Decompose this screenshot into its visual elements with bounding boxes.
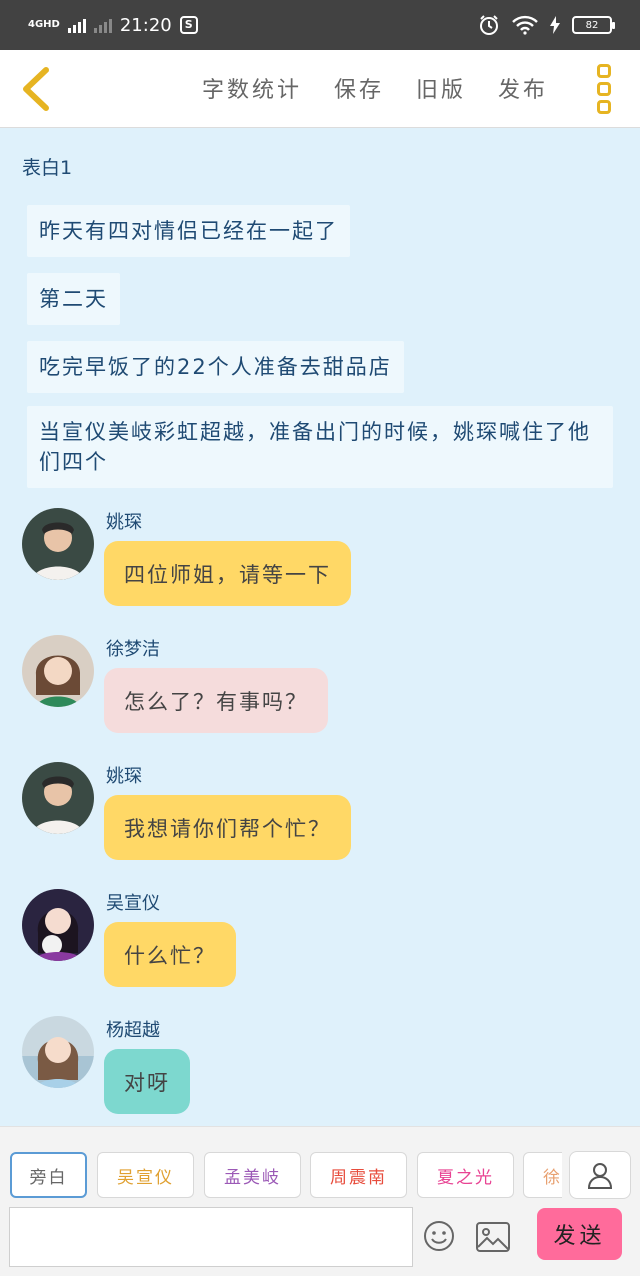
character-label: 夏之光 [437, 1167, 494, 1188]
character-selector: 旁白 吴宣仪 孟美岐 周震南 夏之光 徐梦洁 [10, 1152, 562, 1198]
top-nav: 字数统计 保存 旧版 发布 [0, 50, 640, 128]
message-bubble[interactable]: 我想请你们帮个忙？ [104, 795, 351, 860]
publish-button[interactable]: 发布 [498, 72, 548, 104]
character-chip[interactable]: 夏之光 [417, 1152, 514, 1198]
message-bubble[interactable]: 四位师姐，请等一下 [104, 541, 351, 606]
message-bubble[interactable]: 对呀 [104, 1049, 190, 1114]
avatar[interactable] [22, 635, 94, 707]
character-chip[interactable]: 旁白 [10, 1152, 87, 1198]
character-chip[interactable]: 孟美岐 [204, 1152, 301, 1198]
word-count-button[interactable]: 字数统计 [202, 72, 302, 104]
avatar[interactable] [22, 508, 94, 580]
chapter-title: 表白1 [22, 157, 73, 179]
speaker-name: 姚琛 [106, 512, 142, 533]
signal-icon-2 [93, 17, 112, 33]
avatar[interactable] [22, 1016, 94, 1088]
message-bubble[interactable]: 怎么了？有事吗？ [104, 668, 328, 733]
speaker-name: 吴宣仪 [106, 893, 160, 914]
character-label: 旁白 [29, 1167, 68, 1188]
narration[interactable]: 第二天 [27, 273, 120, 325]
image-icon[interactable] [476, 1222, 510, 1252]
character-label: 徐梦洁 [543, 1167, 562, 1188]
character-label: 吴宣仪 [117, 1167, 174, 1188]
character-chip[interactable]: 周震南 [310, 1152, 407, 1198]
character-chip[interactable]: 徐梦洁 [523, 1152, 562, 1198]
narration[interactable]: 吃完早饭了的22个人准备去甜品店 [27, 341, 404, 393]
more-menu-icon[interactable] [597, 64, 613, 114]
wifi-icon [512, 15, 538, 35]
story-content: 表白1 昨天有四对情侣已经在一起了 第二天 吃完早饭了的22个人准备去甜品店 当… [0, 129, 640, 1126]
character-label: 孟美岐 [224, 1167, 281, 1188]
narration[interactable]: 当宣仪美岐彩虹超越，准备出门的时候，姚琛喊住了他们四个 [27, 406, 613, 488]
charging-icon [550, 16, 560, 34]
manage-characters-button[interactable] [569, 1151, 631, 1199]
battery-icon: 82 [572, 16, 615, 34]
back-arrow-icon[interactable] [18, 66, 52, 112]
avatar[interactable] [22, 762, 94, 834]
save-button[interactable]: 保存 [334, 72, 384, 104]
clock: 21:20 [119, 14, 172, 36]
notification-s-icon: S [179, 16, 198, 34]
send-button[interactable]: 发送 [537, 1208, 622, 1260]
old-version-button[interactable]: 旧版 [416, 72, 466, 104]
character-chip[interactable]: 吴宣仪 [97, 1152, 194, 1198]
person-icon [587, 1163, 613, 1189]
emoji-icon[interactable] [423, 1220, 455, 1252]
speaker-name: 徐梦洁 [106, 639, 160, 660]
narration[interactable]: 昨天有四对情侣已经在一起了 [27, 205, 350, 257]
signal-icon [67, 17, 86, 33]
message-input[interactable] [9, 1207, 413, 1267]
network-type: 4GHD [28, 19, 60, 30]
avatar[interactable] [22, 889, 94, 961]
editor-panel: 旁白 吴宣仪 孟美岐 周震南 夏之光 徐梦洁 发送 [0, 1126, 640, 1276]
battery-level: 82 [585, 19, 599, 31]
speaker-name: 杨超越 [106, 1020, 160, 1041]
alarm-icon [480, 15, 498, 35]
speaker-name: 姚琛 [106, 766, 142, 787]
status-bar: 4GHD 21:20 S 82 [0, 0, 640, 50]
character-label: 周震南 [330, 1167, 387, 1188]
message-bubble[interactable]: 什么忙？ [104, 922, 236, 987]
nav-actions: 字数统计 保存 旧版 发布 [202, 72, 548, 104]
